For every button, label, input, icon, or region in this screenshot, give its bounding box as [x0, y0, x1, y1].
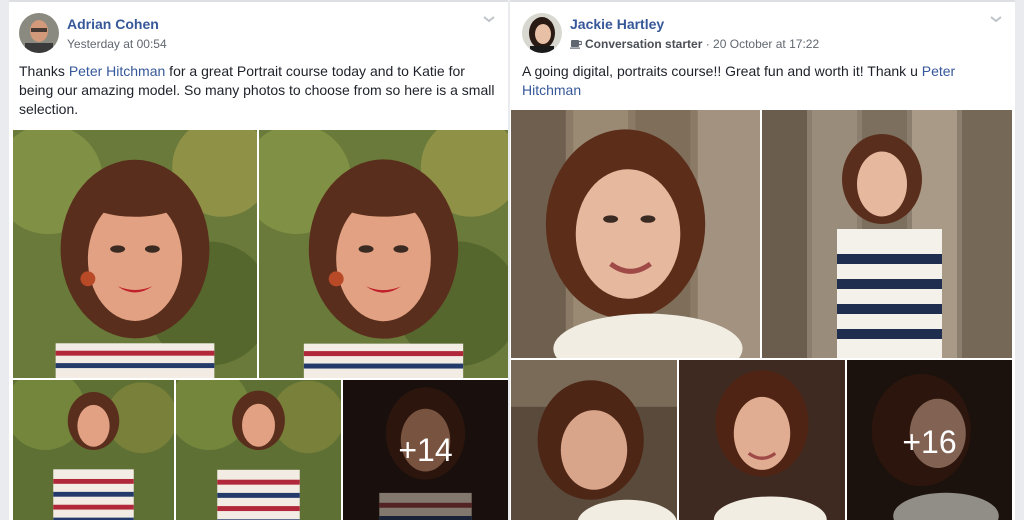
meta-separator: ·: [702, 37, 714, 51]
photo[interactable]: [13, 130, 257, 378]
more-photos-tile[interactable]: +16: [847, 360, 1012, 520]
author-name[interactable]: Jackie Hartley: [570, 16, 664, 32]
more-photos-tile[interactable]: +14: [343, 380, 508, 520]
chevron-down-icon[interactable]: [989, 14, 1003, 24]
photo[interactable]: [679, 360, 845, 520]
post-text-part: A going digital, portraits course!! Grea…: [522, 63, 922, 79]
post-meta: Conversation starter · 20 October at 17:…: [570, 37, 819, 51]
photo[interactable]: [511, 360, 677, 520]
mention-link[interactable]: Peter Hitchman: [69, 63, 165, 79]
photo[interactable]: [259, 130, 508, 378]
post-text: Thanks Peter Hitchman for a great Portra…: [19, 62, 499, 119]
more-photos-count: +16: [847, 360, 1012, 520]
member-badge[interactable]: Conversation starter: [585, 37, 702, 51]
avatar[interactable]: [19, 13, 59, 53]
photo[interactable]: [762, 110, 1012, 358]
post-timestamp[interactable]: 20 October at 17:22: [713, 37, 819, 51]
post-text-part: Thanks: [19, 63, 69, 79]
chevron-down-icon[interactable]: [482, 14, 496, 24]
post-header: Jackie Hartley Conversation starter · 20…: [510, 0, 1015, 62]
post-card: Jackie Hartley Conversation starter · 20…: [510, 0, 1015, 520]
photo[interactable]: [511, 110, 760, 358]
more-photos-count: +14: [343, 380, 508, 520]
photo[interactable]: [176, 380, 341, 520]
author-name[interactable]: Adrian Cohen: [67, 16, 159, 32]
avatar[interactable]: [522, 13, 562, 53]
post-header: Adrian Cohen Yesterday at 00:54: [9, 0, 508, 62]
post-timestamp[interactable]: Yesterday at 00:54: [67, 37, 167, 51]
post-card: Adrian Cohen Yesterday at 00:54 Thanks P…: [9, 0, 508, 520]
photo[interactable]: [13, 380, 174, 520]
post-text: A going digital, portraits course!! Grea…: [522, 62, 1002, 100]
coffee-icon: [570, 40, 582, 49]
